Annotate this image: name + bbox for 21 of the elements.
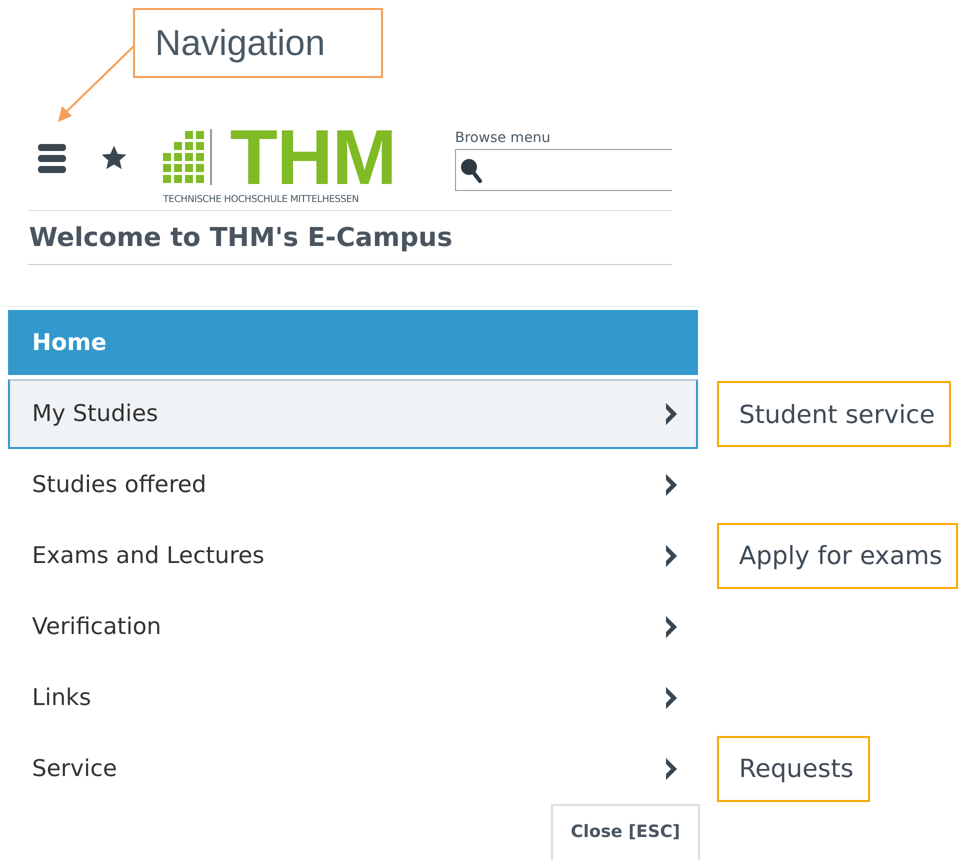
logo-subtitle: TECHNISCHE HOCHSCHULE MITTELHESSEN [163,194,360,205]
logo-grid-icon [163,131,204,183]
menu-item[interactable]: My Studies [8,379,698,449]
chevron-right-icon [664,756,678,780]
callout-label: Navigation [133,8,383,78]
chevron-right-icon [664,544,678,568]
star-icon[interactable] [100,144,128,172]
menu-icon[interactable] [38,144,66,174]
search-icon [460,157,484,183]
annotation-label: Apply for exams [717,522,958,588]
search-label: Browse menu [455,130,552,146]
chevron-right-icon [664,402,678,426]
chevron-right-icon [664,472,678,496]
annotation-label: Student service [717,381,951,447]
logo-wordmark: THM [230,124,396,190]
page-title: Welcome to THM's E-Campus [29,222,454,254]
search-field[interactable] [455,149,672,191]
close-button[interactable]: Close [ESC] [551,804,700,860]
chevron-right-icon [664,614,678,638]
annotation-label: Requests [717,736,870,802]
chevron-right-icon [664,686,678,710]
